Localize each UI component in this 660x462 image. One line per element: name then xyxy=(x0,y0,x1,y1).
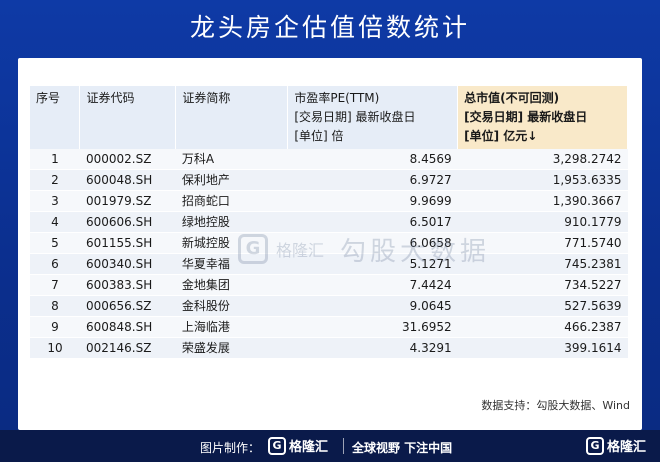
gelonghui-logo-icon: G xyxy=(268,436,286,455)
row-index: 5 xyxy=(30,232,80,254)
row-code: 600848.SH xyxy=(79,316,176,338)
footer-bar: 图片制作： G 格隆汇 全球视野 下注中国 G 格隆汇 xyxy=(0,430,660,462)
header-pe-title: 市盈率PE(TTM) xyxy=(294,91,380,105)
row-market-cap-value: 771.5740 xyxy=(457,232,628,254)
header-index[interactable]: 序号 xyxy=(30,86,81,149)
row-market-cap-value: 745.2381 xyxy=(457,253,628,275)
row-code: 600606.SH xyxy=(79,211,176,233)
table-row[interactable]: 5 601155.SH 新城控股 6.0658 771.5740 xyxy=(30,232,628,254)
row-name: 万科A xyxy=(175,149,288,170)
footer-slogan: 全球视野 下注中国 xyxy=(352,441,453,455)
header-cap-title: 总市值(不可回测) xyxy=(464,91,560,105)
row-market-cap-value: 1,390.3667 xyxy=(457,190,628,212)
row-name: 金科股份 xyxy=(175,295,288,317)
row-name: 荣盛发展 xyxy=(175,337,288,359)
row-market-cap-value: 1,953.6335 xyxy=(457,169,628,191)
row-index: 6 xyxy=(30,253,80,275)
row-market-cap-value: 734.5227 xyxy=(457,274,628,296)
table-header-row: 序号 证券代码 证券简称 市盈率PE(TTM) [交易日期] 最新收盘日 [单位… xyxy=(30,86,628,149)
data-source-note: 数据支持：勾股大数据、Wind xyxy=(481,399,630,412)
row-market-cap-value: 399.1614 xyxy=(457,337,628,359)
row-index: 7 xyxy=(30,274,80,296)
row-index: 2 xyxy=(30,169,80,191)
row-code: 600048.SH xyxy=(79,169,176,191)
row-pe-value: 31.6952 xyxy=(287,316,458,338)
header-market-cap[interactable]: 总市值(不可回测) [交易日期] 最新收盘日 [单位] 亿元↓ xyxy=(457,86,628,149)
row-pe-value: 4.3291 xyxy=(287,337,458,359)
row-index: 3 xyxy=(30,190,80,212)
row-market-cap-value: 527.5639 xyxy=(457,295,628,317)
row-code: 601155.SH xyxy=(79,232,176,254)
table-row[interactable]: 4 600606.SH 绿地控股 6.5017 910.1779 xyxy=(30,211,628,233)
header-cap-unit: [单位] 亿元↓ xyxy=(464,129,538,143)
header-code[interactable]: 证券代码 xyxy=(79,86,177,149)
header-name[interactable]: 证券简称 xyxy=(175,86,289,149)
table-row[interactable]: 1 000002.SZ 万科A 8.4569 3,298.2742 xyxy=(30,149,628,170)
row-index: 10 xyxy=(30,337,80,359)
row-index: 4 xyxy=(30,211,80,233)
row-pe-value: 6.9727 xyxy=(287,169,458,191)
table-row[interactable]: 2 600048.SH 保利地产 6.9727 1,953.6335 xyxy=(30,169,628,191)
row-name: 招商蛇口 xyxy=(175,190,288,212)
made-by-label: 图片制作： xyxy=(200,441,261,455)
gelonghui-right-logo-icon: G xyxy=(585,436,604,455)
row-code: 600383.SH xyxy=(79,274,176,296)
footer-brand: 格隆汇 xyxy=(289,440,329,455)
row-pe-value: 6.5017 xyxy=(287,211,458,233)
row-name: 金地集团 xyxy=(175,274,288,296)
table-row[interactable]: 7 600383.SH 金地集团 7.4424 734.5227 xyxy=(30,274,628,296)
footer-right-brand: 格隆汇 xyxy=(606,440,646,455)
row-code: 000656.SZ xyxy=(79,295,176,317)
table-row[interactable]: 8 000656.SZ 金科股份 9.0645 527.5639 xyxy=(30,295,628,317)
row-code: 002146.SZ xyxy=(79,337,176,359)
row-pe-value: 8.4569 xyxy=(287,149,458,170)
row-index: 9 xyxy=(30,316,80,338)
row-pe-value: 9.9699 xyxy=(287,190,458,212)
row-market-cap-value: 910.1779 xyxy=(457,211,628,233)
table-row[interactable]: 6 600340.SH 华夏幸福 5.1271 745.2381 xyxy=(30,253,628,275)
footer-logo[interactable]: G 格隆汇 xyxy=(268,436,328,455)
row-pe-value: 5.1271 xyxy=(287,253,458,275)
row-market-cap-value: 3,298.2742 xyxy=(457,149,628,170)
row-index: 8 xyxy=(30,295,80,317)
header-pe-date: [交易日期] 最新收盘日 xyxy=(294,110,416,124)
header-pe[interactable]: 市盈率PE(TTM) [交易日期] 最新收盘日 [单位] 倍 xyxy=(287,86,459,149)
row-index: 1 xyxy=(30,149,80,170)
row-code: 600340.SH xyxy=(79,253,176,275)
row-pe-value: 7.4424 xyxy=(287,274,458,296)
page-title: 龙头房企估值倍数统计 xyxy=(189,13,470,42)
row-pe-value: 9.0645 xyxy=(287,295,458,317)
row-name: 上海临港 xyxy=(175,316,288,338)
footer-right-logo[interactable]: G 格隆汇 xyxy=(585,436,646,455)
row-pe-value: 6.0658 xyxy=(287,232,458,254)
row-name: 绿地控股 xyxy=(175,211,288,233)
data-panel: 序号 证券代码 证券简称 市盈率PE(TTM) [交易日期] 最新收盘日 [单位… xyxy=(18,58,642,430)
header-cap-date: [交易日期] 最新收盘日 xyxy=(464,110,588,124)
footer-divider xyxy=(343,438,344,454)
row-name: 新城控股 xyxy=(175,232,288,254)
row-code: 001979.SZ xyxy=(79,190,176,212)
valuation-table: 序号 证券代码 证券简称 市盈率PE(TTM) [交易日期] 最新收盘日 [单位… xyxy=(30,86,628,359)
table-row[interactable]: 9 600848.SH 上海临港 31.6952 466.2387 xyxy=(30,316,628,338)
table-row[interactable]: 3 001979.SZ 招商蛇口 9.9699 1,390.3667 xyxy=(30,190,628,212)
row-market-cap-value: 466.2387 xyxy=(457,316,628,338)
row-code: 000002.SZ xyxy=(79,149,176,170)
header-pe-unit: [单位] 倍 xyxy=(294,129,344,143)
row-name: 华夏幸福 xyxy=(175,253,288,275)
row-name: 保利地产 xyxy=(175,169,288,191)
table-row[interactable]: 10 002146.SZ 荣盛发展 4.3291 399.1614 xyxy=(30,337,628,359)
